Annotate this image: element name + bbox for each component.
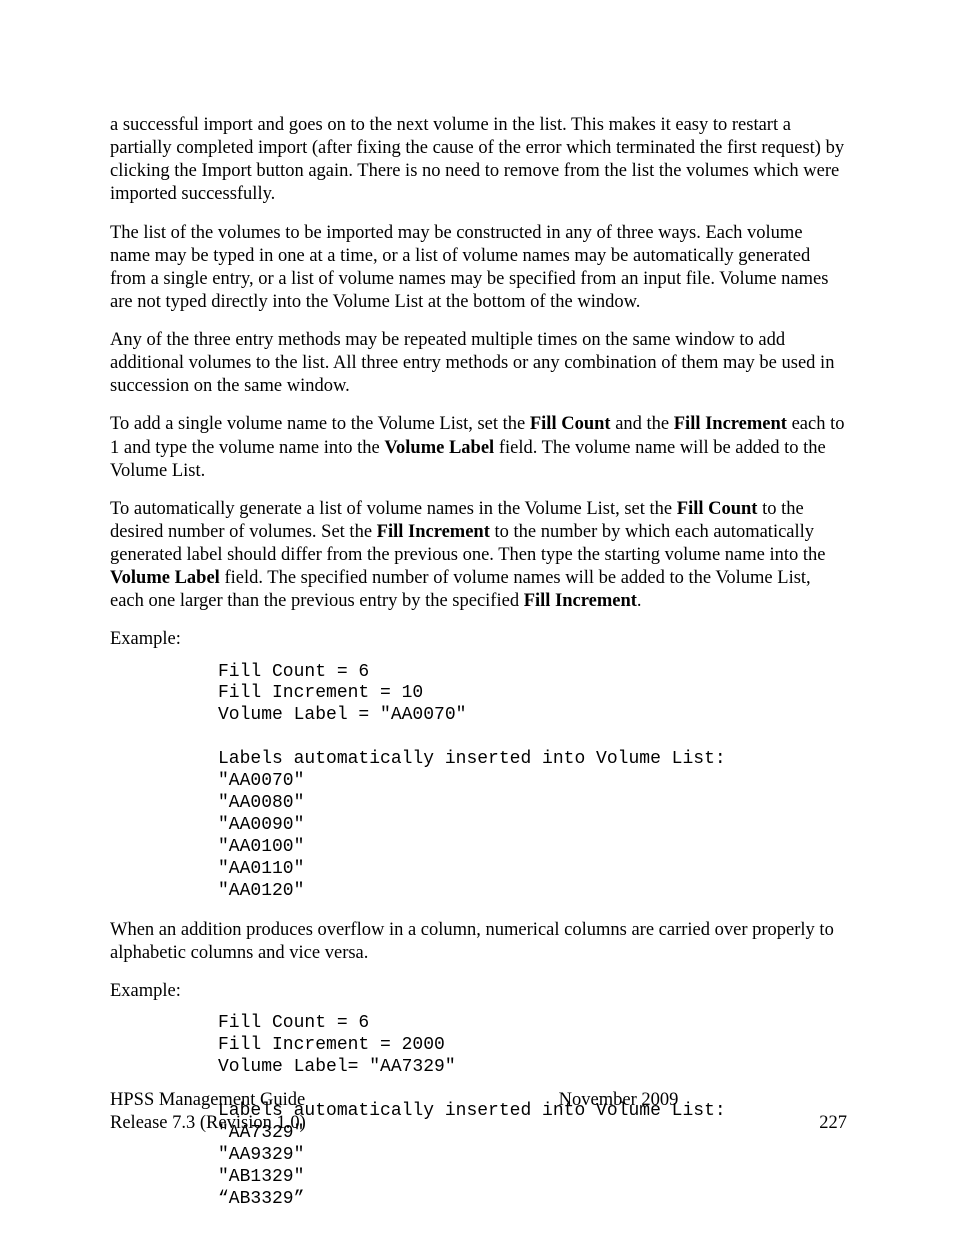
code-block: Fill Count = 6 Fill Increment = 10 Volum… (110, 662, 847, 903)
example-label: Example: (110, 628, 847, 651)
text-run: To add a single volume name to the Volum… (110, 414, 530, 434)
example-label: Example: (110, 980, 847, 1003)
text-run: and the (611, 414, 674, 434)
text-run: . (637, 591, 642, 611)
text-run: To automatically generate a list of volu… (110, 499, 677, 519)
page-footer: HPSS Management Guide November 2009 Rele… (110, 1089, 847, 1135)
document-page: a successful import and goes on to the n… (0, 0, 954, 1235)
bold-term: Fill Increment (524, 591, 637, 611)
footer-date: November 2009 (559, 1089, 679, 1112)
body-paragraph: To automatically generate a list of volu… (110, 498, 847, 614)
footer-title: HPSS Management Guide (110, 1089, 390, 1112)
bold-term: Fill Increment (674, 414, 787, 434)
body-paragraph: The list of the volumes to be imported m… (110, 222, 847, 315)
page-number: 227 (819, 1112, 847, 1135)
body-paragraph: Any of the three entry methods may be re… (110, 329, 847, 398)
bold-term: Fill Count (677, 499, 758, 519)
body-paragraph: To add a single volume name to the Volum… (110, 413, 847, 482)
body-paragraph: a successful import and goes on to the n… (110, 114, 847, 207)
bold-term: Fill Increment (377, 522, 490, 542)
bold-term: Volume Label (384, 438, 494, 458)
footer-release: Release 7.3 (Revision 1.0) (110, 1112, 390, 1135)
bold-term: Volume Label (110, 568, 220, 588)
body-paragraph: When an addition produces overflow in a … (110, 919, 847, 965)
bold-term: Fill Count (530, 414, 611, 434)
